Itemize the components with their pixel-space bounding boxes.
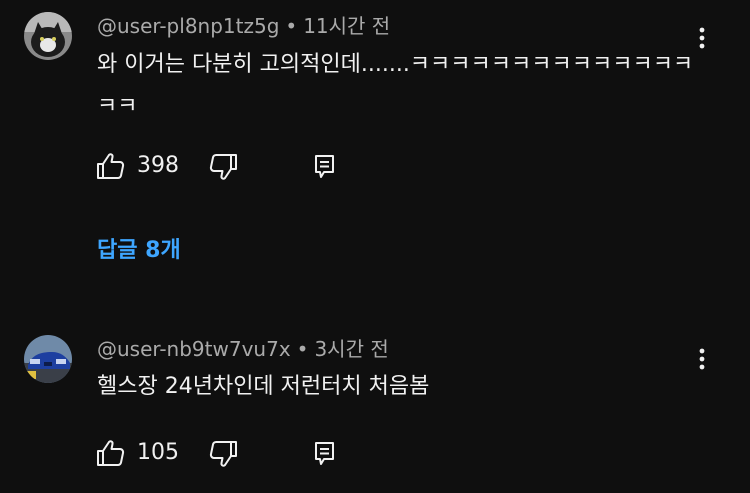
comment-text: 헬스장 24년차인데 저런터치 처음봄 — [97, 374, 430, 399]
view-replies-button[interactable]: 답글 8개 — [97, 236, 181, 266]
like-count: 105 — [137, 440, 179, 465]
like-button[interactable] — [95, 438, 129, 468]
author-name[interactable]: @user-nb9tw7vu7x — [97, 337, 291, 361]
comment-time[interactable]: 3시간 전 — [314, 337, 388, 361]
dislike-button[interactable] — [207, 438, 241, 468]
reply-button[interactable] — [312, 438, 338, 468]
thumbs-up-icon — [97, 440, 125, 466]
meta-separator: • — [296, 337, 309, 361]
avatar[interactable] — [24, 335, 72, 383]
reply-icon — [315, 155, 334, 178]
dislike-button[interactable] — [207, 151, 241, 181]
more-vertical-icon[interactable] — [690, 23, 714, 53]
comment-meta: @user-nb9tw7vu7x • 3시간 전 — [97, 336, 389, 362]
thumbs-down-icon — [209, 441, 237, 467]
like-button[interactable] — [95, 151, 129, 181]
like-count: 398 — [137, 153, 179, 178]
thumbs-up-icon — [97, 153, 125, 179]
comment-meta: @user-pl8np1tz5g • 11시간 전 — [97, 13, 390, 39]
avatar[interactable] — [24, 12, 72, 60]
author-name[interactable]: @user-pl8np1tz5g — [97, 14, 279, 38]
more-vertical-icon[interactable] — [690, 344, 714, 374]
reply-icon — [315, 442, 334, 465]
comment-time[interactable]: 11시간 전 — [303, 14, 390, 38]
reply-button[interactable] — [312, 151, 338, 181]
comment-text: 와 이거는 다분히 고의적인데.......ㅋㅋㅋㅋㅋㅋㅋㅋㅋㅋㅋㅋㅋㅋㅋㅋ — [97, 52, 694, 119]
meta-separator: • — [285, 14, 298, 38]
thumbs-down-icon — [209, 154, 237, 180]
